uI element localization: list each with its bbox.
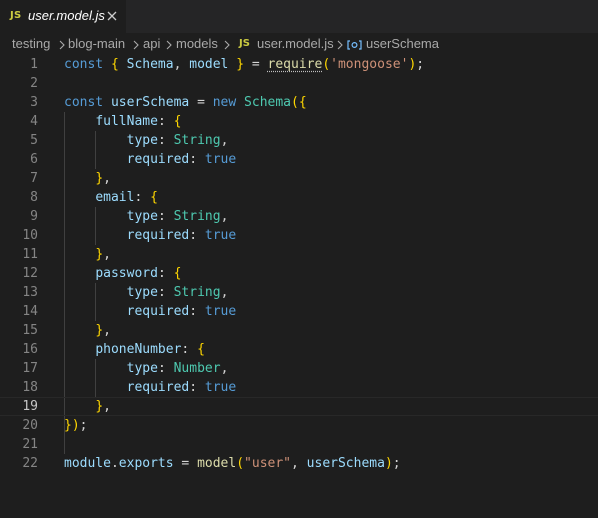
line-number: 6 [30, 152, 38, 167]
code-line[interactable]: 13 type: String, [0, 283, 598, 302]
code-text: password: { [95, 266, 182, 281]
code-line[interactable]: 21 [0, 435, 598, 454]
breadcrumb-item-api[interactable]: api [143, 36, 160, 51]
code-text: fullName: { [95, 114, 182, 129]
code-line[interactable]: 9 type: String, [0, 207, 598, 226]
code-line-current[interactable]: 19 }, [0, 397, 598, 416]
js-file-icon: JS [239, 38, 250, 49]
code-text: type: String, [126, 133, 229, 148]
breadcrumb: testing blog-main api models JS user.mod… [0, 33, 598, 55]
code-text: required: true [126, 380, 237, 395]
chevron-right-icon [59, 40, 65, 50]
line-number: 4 [30, 114, 38, 129]
code-line[interactable]: 22 module.exports = model("user", userSc… [0, 454, 598, 473]
code-line[interactable]: 12 password: { [0, 264, 598, 283]
code-text: }, [95, 399, 111, 414]
code-line[interactable]: 2 [0, 74, 598, 93]
chevron-right-icon [166, 40, 172, 50]
code-line[interactable]: 6 required: true [0, 150, 598, 169]
breadcrumb-item-file[interactable]: user.model.js [257, 36, 334, 51]
code-text: }, [95, 323, 111, 338]
line-number: 9 [30, 209, 38, 224]
chevron-right-icon [133, 40, 139, 50]
code-text: }); [64, 418, 88, 433]
code-text: required: true [126, 228, 237, 243]
breadcrumb-item-blog-main[interactable]: blog-main [68, 36, 125, 51]
line-number: 2 [30, 76, 38, 91]
code-text: }, [95, 247, 111, 262]
code-text: const userSchema = new Schema({ [64, 95, 307, 110]
code-line[interactable]: 7 }, [0, 169, 598, 188]
line-number: 12 [22, 266, 38, 281]
breadcrumb-item-models[interactable]: models [176, 36, 218, 51]
code-text: module.exports = model("user", userSchem… [64, 456, 401, 471]
chevron-right-icon [337, 40, 343, 50]
line-number: 11 [22, 247, 38, 262]
tab-title: user.model.js [28, 8, 105, 23]
chevron-right-icon [224, 40, 230, 50]
symbol-variable-icon [347, 40, 362, 50]
code-line[interactable]: 5 type: String, [0, 131, 598, 150]
breadcrumb-item-symbol[interactable]: userSchema [366, 36, 439, 51]
code-line[interactable]: 20 }); [0, 416, 598, 435]
line-number: 14 [22, 304, 38, 319]
code-line[interactable]: 8 email: { [0, 188, 598, 207]
code-line[interactable]: 4 fullName: { [0, 112, 598, 131]
line-number: 8 [30, 190, 38, 205]
line-number: 7 [30, 171, 38, 186]
code-line[interactable]: 10 required: true [0, 226, 598, 245]
line-number: 18 [22, 380, 38, 395]
line-number: 15 [22, 323, 38, 338]
code-text: }, [95, 171, 111, 186]
code-text: phoneNumber: { [95, 342, 205, 357]
code-line[interactable]: 14 required: true [0, 302, 598, 321]
line-number: 20 [22, 418, 38, 433]
code-line[interactable]: 15 }, [0, 321, 598, 340]
line-number: 19 [22, 399, 38, 414]
tab-user-model-js[interactable]: JS user.model.js [0, 0, 126, 33]
code-line[interactable]: 17 type: Number, [0, 359, 598, 378]
tab-bar: JS user.model.js [0, 0, 598, 33]
code-line[interactable]: 11 }, [0, 245, 598, 264]
code-text: type: String, [126, 209, 229, 224]
code-editor[interactable]: 1 const { Schema, model } = require('mon… [0, 55, 598, 518]
code-text: const { Schema, model } = require('mongo… [64, 57, 425, 72]
code-line[interactable]: 18 required: true [0, 378, 598, 397]
line-number: 5 [30, 133, 38, 148]
line-number: 1 [30, 57, 38, 72]
breadcrumb-item-testing[interactable]: testing [12, 36, 50, 51]
line-number: 3 [30, 95, 38, 110]
line-number: 21 [22, 437, 38, 452]
code-text: email: { [95, 190, 158, 205]
line-number: 16 [22, 342, 38, 357]
close-icon[interactable] [104, 8, 120, 24]
code-line[interactable]: 1 const { Schema, model } = require('mon… [0, 55, 598, 74]
line-number: 22 [22, 456, 38, 471]
code-line[interactable]: 16 phoneNumber: { [0, 340, 598, 359]
code-text: required: true [126, 152, 237, 167]
js-file-icon: JS [10, 10, 22, 21]
code-text: required: true [126, 304, 237, 319]
line-number: 17 [22, 361, 38, 376]
code-line[interactable]: 3 const userSchema = new Schema({ [0, 93, 598, 112]
line-number: 10 [22, 228, 38, 243]
code-text: type: String, [126, 285, 229, 300]
code-text: type: Number, [126, 361, 229, 376]
line-number: 13 [22, 285, 38, 300]
